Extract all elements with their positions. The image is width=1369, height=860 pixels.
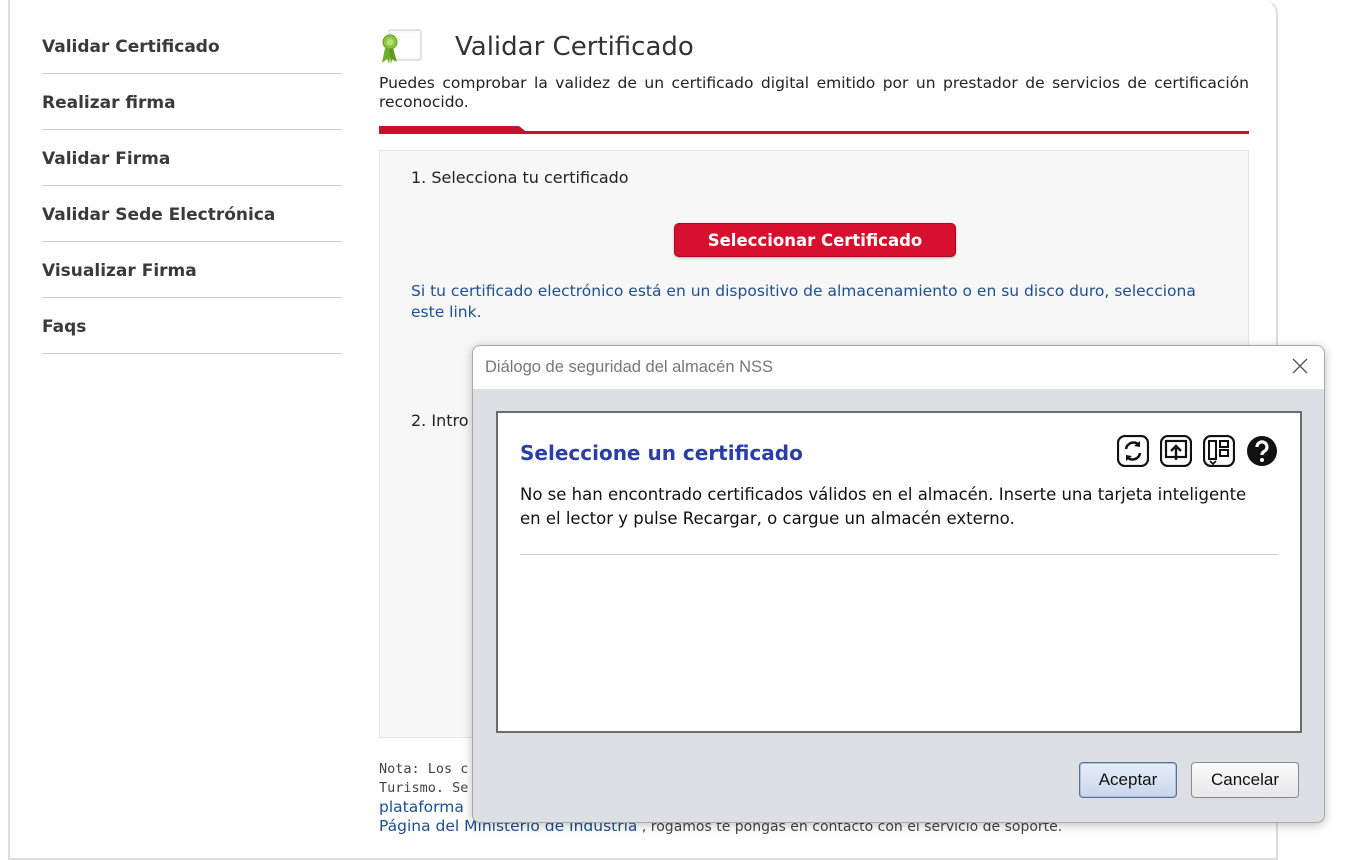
sidebar-item-realizar-firma[interactable]: Realizar firma: [42, 74, 342, 130]
nss-security-dialog: Diálogo de seguridad del almacén NSS Sel…: [472, 345, 1325, 823]
accept-button[interactable]: Aceptar: [1079, 762, 1177, 798]
sidebar: Validar Certificado Realizar firma Valid…: [42, 18, 342, 354]
sidebar-item-faqs[interactable]: Faqs: [42, 298, 342, 354]
reload-icon[interactable]: [1117, 435, 1149, 467]
sidebar-item-validar-certificado[interactable]: Validar Certificado: [42, 18, 342, 74]
storage-device-link[interactable]: Si tu certificado electrónico está en un…: [411, 281, 1211, 323]
cancel-button[interactable]: Cancelar: [1191, 762, 1299, 798]
step2-label: 2. Intro: [411, 411, 469, 430]
dialog-body: Seleccione un certificado No se han enco…: [496, 411, 1302, 733]
close-icon[interactable]: [1290, 356, 1310, 376]
dialog-heading: Seleccione un certificado: [520, 441, 803, 465]
title-row: Validar Certificado: [379, 22, 1249, 72]
select-certificate-button[interactable]: Seleccionar Certificado: [674, 223, 956, 257]
dialog-window-title: Diálogo de seguridad del almacén NSS: [485, 358, 774, 376]
page-title: Validar Certificado: [455, 32, 694, 62]
dialog-separator: [520, 554, 1278, 555]
sidebar-item-validar-firma[interactable]: Validar Firma: [42, 130, 342, 186]
sidebar-item-visualizar-firma[interactable]: Visualizar Firma: [42, 242, 342, 298]
certificate-icon: [382, 29, 422, 64]
help-icon[interactable]: [1246, 435, 1278, 467]
intro-text: Puedes comprobar la validez de un certif…: [379, 74, 1249, 111]
view-toggle-icon[interactable]: [1203, 435, 1235, 467]
step1-label: 1. Selecciona tu certificado: [411, 168, 629, 187]
sidebar-item-validar-sede[interactable]: Validar Sede Electrónica: [42, 186, 342, 242]
dialog-message: No se han encontrado certificados válido…: [520, 485, 1247, 528]
title-divider: [379, 126, 1249, 134]
upload-store-icon[interactable]: [1160, 435, 1192, 467]
dialog-toolbar: [1117, 435, 1278, 467]
dialog-titlebar: Diálogo de seguridad del almacén NSS: [473, 346, 1324, 389]
